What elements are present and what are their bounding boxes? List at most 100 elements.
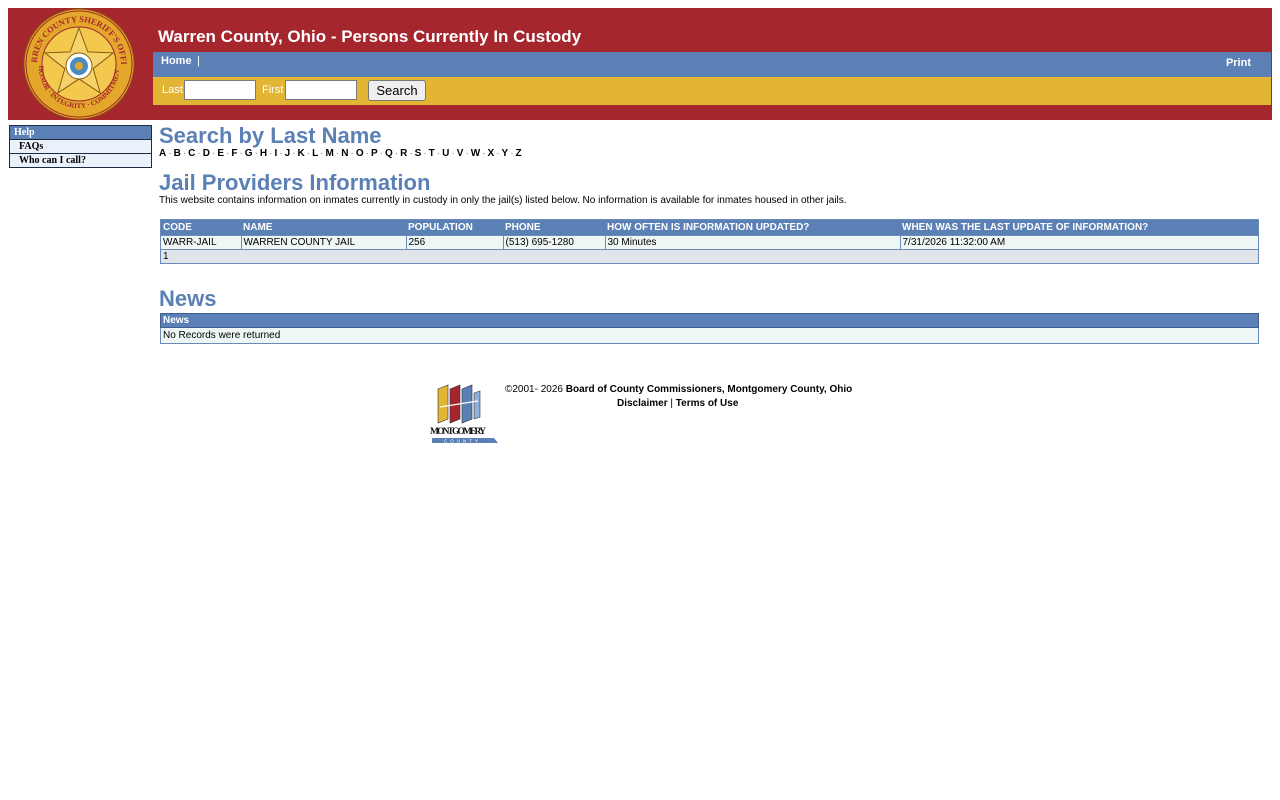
letter-separator: · <box>423 148 427 159</box>
letter-link-r[interactable]: R <box>400 148 407 159</box>
nav-separator: | <box>197 55 200 67</box>
letter-link-v[interactable]: V <box>457 148 464 159</box>
column-header-name: NAME <box>241 219 406 236</box>
first-name-label: First <box>262 84 284 96</box>
last-name-label: Last <box>162 84 183 96</box>
column-header-code: CODE <box>160 219 241 236</box>
help-sidebar: Help FAQs Who can I call? <box>9 125 152 168</box>
sidebar-item-faqs[interactable]: FAQs <box>10 140 151 154</box>
letter-separator: · <box>239 148 243 159</box>
sidebar-heading: Help <box>10 126 151 140</box>
jail-providers-heading: Jail Providers Information <box>159 170 431 195</box>
search-button[interactable]: Search <box>368 80 426 101</box>
disclaimer-link[interactable]: Disclaimer <box>617 398 668 409</box>
letter-separator: · <box>482 148 486 159</box>
column-header-update-frequency: HOW OFTEN IS INFORMATION UPDATED? <box>605 219 900 236</box>
cell-population: 256 <box>405 235 504 250</box>
letter-separator: · <box>451 148 455 159</box>
letter-link-t[interactable]: T <box>429 148 435 159</box>
cell-last-update: 7/31/2026 11:32:00 AM <box>899 235 1259 250</box>
svg-text:COUNTY: COUNTY <box>444 439 481 444</box>
letter-index: A · B · C · D · E · F · G · H · I · J · K · L · M · N · O · P · Q · R · S · T ·… <box>159 148 522 159</box>
letter-link-g[interactable]: G <box>245 148 253 159</box>
search-by-last-name-heading: Search by Last Name <box>159 123 382 148</box>
last-name-input[interactable] <box>184 80 256 100</box>
footer-copyright: ©2001- 2026 Board of County Commissioner… <box>505 384 852 395</box>
letter-link-c[interactable]: C <box>188 148 195 159</box>
home-link[interactable]: Home <box>161 55 192 67</box>
letter-separator: · <box>365 148 369 159</box>
letter-link-s[interactable]: S <box>415 148 422 159</box>
letter-separator: · <box>279 148 283 159</box>
letter-separator: · <box>436 148 441 159</box>
letter-separator: · <box>510 148 514 159</box>
letter-link-l[interactable]: L <box>312 148 318 159</box>
letter-separator: · <box>320 148 324 159</box>
letter-separator: · <box>465 148 469 159</box>
cell-update-frequency: 30 Minutes <box>604 235 901 250</box>
jail-providers-table: CODE NAME POPULATION PHONE HOW OFTEN IS … <box>160 219 1259 264</box>
letter-link-x[interactable]: X <box>488 148 495 159</box>
montgomery-county-logo: MONTGOMERY COUNTY <box>430 384 498 444</box>
footer-links: Disclaimer | Terms of Use <box>617 398 738 409</box>
letter-link-u[interactable]: U <box>442 148 449 159</box>
letter-link-e[interactable]: E <box>217 148 224 159</box>
search-bar: Last First Search <box>153 77 1271 105</box>
letter-separator: · <box>292 148 296 159</box>
letter-link-o[interactable]: O <box>356 148 364 159</box>
table-row: WARR-JAIL WARREN COUNTY JAIL 256 (513) 6… <box>160 235 1259 250</box>
table-row: No Records were returned <box>160 327 1259 344</box>
letter-separator: · <box>269 148 273 159</box>
letter-link-f[interactable]: F <box>231 148 237 159</box>
letter-separator: · <box>182 148 187 159</box>
sidebar-item-who-can-i-call[interactable]: Who can I call? <box>10 154 151 167</box>
letter-link-j[interactable]: J <box>285 148 291 159</box>
news-empty-message: No Records were returned <box>160 327 1259 344</box>
letter-link-h[interactable]: H <box>260 148 267 159</box>
letter-link-y[interactable]: Y <box>502 148 509 159</box>
news-table: News No Records were returned <box>160 313 1259 344</box>
footer-link-separator: | <box>670 398 673 409</box>
letter-link-q[interactable]: Q <box>385 148 393 159</box>
letter-separator: · <box>254 148 258 159</box>
letter-separator: · <box>496 148 500 159</box>
letter-link-a[interactable]: A <box>159 148 166 159</box>
pager-page-1[interactable]: 1 <box>160 249 1259 264</box>
letter-link-d[interactable]: D <box>203 148 210 159</box>
column-header-last-update: WHEN WAS THE LAST UPDATE OF INFORMATION? <box>900 219 1259 236</box>
sheriff-seal-logo: WARREN COUNTY SHERIFF'S OFFICE HONOR · I… <box>23 8 135 120</box>
letter-separator: · <box>211 148 216 159</box>
letter-link-n[interactable]: N <box>341 148 348 159</box>
letter-separator: · <box>168 148 172 159</box>
letter-link-i[interactable]: I <box>274 148 277 159</box>
news-column-header: News <box>160 313 1259 328</box>
svg-text:MONTGOMERY: MONTGOMERY <box>430 427 486 437</box>
letter-link-m[interactable]: M <box>326 148 334 159</box>
letter-link-b[interactable]: B <box>174 148 181 159</box>
letter-link-w[interactable]: W <box>471 148 480 159</box>
table-header-row: CODE NAME POPULATION PHONE HOW OFTEN IS … <box>160 219 1259 236</box>
letter-separator: · <box>409 148 413 159</box>
letter-separator: · <box>225 148 230 159</box>
letter-separator: · <box>335 148 340 159</box>
column-header-population: POPULATION <box>406 219 503 236</box>
letter-separator: · <box>306 148 311 159</box>
first-name-input[interactable] <box>285 80 357 100</box>
table-header-row: News <box>160 313 1259 328</box>
column-header-phone: PHONE <box>503 219 605 236</box>
print-link[interactable]: Print <box>1226 57 1251 69</box>
nav-bar: Home | Print <box>153 52 1271 77</box>
letter-separator: · <box>350 148 354 159</box>
cell-name: WARREN COUNTY JAIL <box>240 235 407 250</box>
jail-providers-description: This website contains information on inm… <box>159 195 847 206</box>
cell-phone: (513) 695-1280 <box>502 235 606 250</box>
terms-of-use-link[interactable]: Terms of Use <box>676 398 739 409</box>
letter-link-z[interactable]: Z <box>516 148 522 159</box>
letter-link-p[interactable]: P <box>371 148 378 159</box>
copyright-organization: Board of County Commissioners, Montgomer… <box>565 384 853 395</box>
letter-separator: · <box>197 148 201 159</box>
news-heading: News <box>159 286 217 311</box>
letter-link-k[interactable]: K <box>298 148 305 159</box>
pager-row: 1 <box>160 249 1259 264</box>
letter-separator: · <box>379 148 383 159</box>
